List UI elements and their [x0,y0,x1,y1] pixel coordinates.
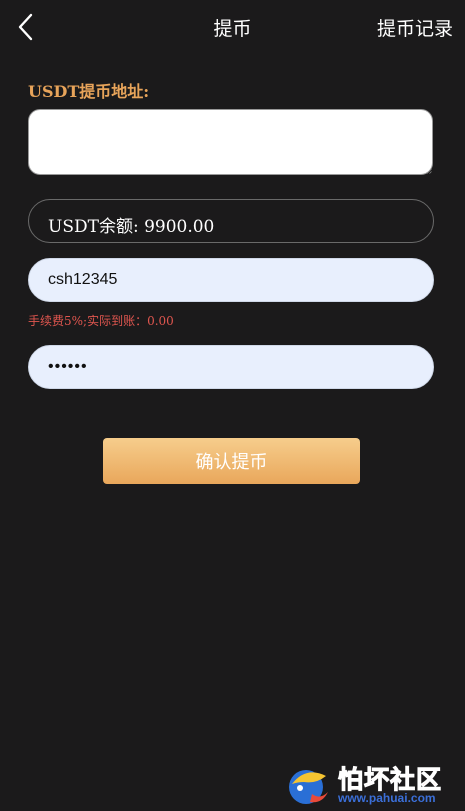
fee-notice: 手续费5%;实际到账：0.00 [28,314,174,328]
confirm-withdraw-button[interactable]: 确认提币 [103,438,360,484]
usdt-balance-field: USDT余额: 9900.00 [28,199,434,243]
address-label: USDT提币地址: [28,82,150,101]
watermark-url: www.pahuai.com [338,791,436,805]
withdraw-records-link[interactable]: 提币记录 [377,14,453,41]
watermark-logo [289,770,328,804]
password-input[interactable] [28,345,434,389]
watermark: 怕坏社区 www.pahuai.com [282,758,462,808]
resize-grip-icon[interactable] [426,168,432,174]
usdt-balance-text: USDT余额: 9900.00 [48,217,215,237]
address-input[interactable] [28,109,433,175]
amount-input[interactable] [28,258,434,302]
header-bar: 提币 提币记录 [0,0,465,54]
